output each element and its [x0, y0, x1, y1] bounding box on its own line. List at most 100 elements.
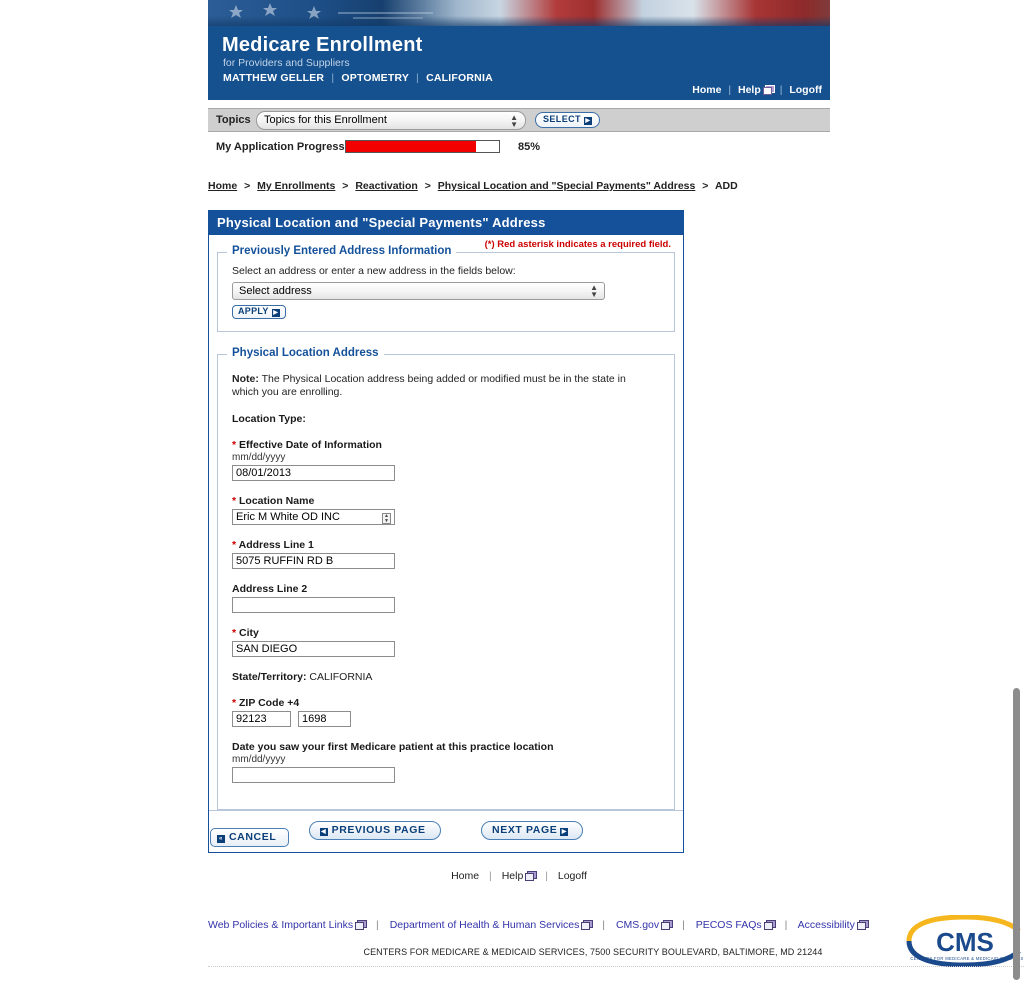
- next-page-button[interactable]: NEXT PAGE ▶: [481, 821, 584, 840]
- arrow-left-icon: ◀: [319, 828, 328, 836]
- zip4-input[interactable]: [298, 711, 351, 727]
- footer-link-web-policies[interactable]: Web Policies & Important Links: [208, 919, 353, 931]
- user-state: CALIFORNIA: [426, 72, 493, 84]
- address-line-2-label-text: Address Line 2: [232, 583, 308, 595]
- select-button-label: SELECT: [543, 114, 581, 124]
- footer-link-hhs[interactable]: Department of Health & Human Services: [390, 919, 580, 931]
- address-line-1-input[interactable]: [232, 553, 395, 569]
- cms-logo-tagline: CENTERS FOR MEDICARE & MEDICAID SERVICES: [910, 956, 1023, 961]
- previous-address-select[interactable]: Select address ▲ ▼: [232, 282, 605, 300]
- address-form-panel: Physical Location and "Special Payments"…: [208, 210, 684, 853]
- user-context-line: MATTHEW GELLER | OPTOMETRY | CALIFORNIA: [223, 72, 493, 84]
- required-asterisk: *: [232, 627, 237, 639]
- divider: |: [416, 72, 419, 84]
- effective-date-hint: mm/dd/yyyy: [232, 452, 286, 463]
- banner-logoff-link[interactable]: Logoff: [789, 84, 822, 96]
- effective-date-input[interactable]: [232, 465, 395, 481]
- banner-help-link[interactable]: Help: [738, 84, 761, 96]
- zip-label-text: ZIP Code +4: [239, 697, 300, 709]
- banner-subtitle: for Providers and Suppliers: [223, 57, 350, 69]
- apply-button[interactable]: APPLY ▶: [232, 305, 286, 319]
- note-label: Note:: [232, 373, 259, 385]
- first-patient-date-hint: mm/dd/yyyy: [232, 754, 286, 765]
- footer-link-accessibility[interactable]: Accessibility: [798, 919, 855, 931]
- city-label-text: City: [239, 627, 259, 639]
- new-window-icon: [355, 920, 368, 930]
- page-container: Medicare Enrollment for Providers and Su…: [208, 0, 1024, 984]
- first-patient-date-input[interactable]: [232, 767, 395, 783]
- divider: |: [489, 870, 492, 882]
- new-window-icon: [856, 920, 869, 930]
- new-window-icon: [762, 85, 775, 95]
- divider: |: [376, 919, 379, 931]
- location-name-combo: ▲▼: [232, 509, 395, 525]
- previous-page-button[interactable]: ◀ PREVIOUS PAGE: [308, 821, 441, 840]
- topics-select-value: Topics for this Enrollment: [264, 114, 387, 126]
- divider: |: [545, 870, 548, 882]
- previous-page-label: PREVIOUS PAGE: [331, 824, 426, 836]
- user-specialty: OPTOMETRY: [341, 72, 409, 84]
- zip5-input[interactable]: [232, 711, 291, 727]
- divider: |: [779, 84, 783, 96]
- breadcrumb-separator: >: [424, 180, 431, 192]
- vertical-scrollbar[interactable]: [1013, 688, 1020, 980]
- topics-label: Topics: [216, 114, 251, 126]
- divider: |: [784, 919, 788, 931]
- arrow-right-icon: ▶: [583, 117, 592, 125]
- city-label: * City: [232, 627, 664, 639]
- breadcrumb-item-physical-location[interactable]: Physical Location and "Special Payments"…: [438, 180, 696, 192]
- cancel-button[interactable]: « CANCEL: [210, 828, 290, 847]
- user-name: MATTHEW GELLER: [223, 72, 325, 84]
- apply-button-label: APPLY: [238, 306, 269, 316]
- previous-address-instruction: Select an address or enter a new address…: [232, 265, 516, 277]
- location-name-input[interactable]: [232, 509, 395, 525]
- footer-divider: [208, 966, 1024, 967]
- banner-home-link[interactable]: Home: [692, 84, 721, 96]
- new-window-icon: [763, 920, 776, 930]
- new-window-icon: [581, 920, 594, 930]
- breadcrumb-item-reactivation[interactable]: Reactivation: [355, 180, 417, 192]
- footer-help-link[interactable]: Help: [502, 870, 524, 882]
- new-window-icon: [525, 871, 538, 881]
- breadcrumb-item-home[interactable]: Home: [208, 180, 237, 192]
- address-line-2-input[interactable]: [232, 597, 395, 613]
- panel-title: Physical Location and "Special Payments"…: [209, 211, 683, 235]
- stepper-updown-icon[interactable]: ▲ ▼: [382, 513, 391, 524]
- required-asterisk: *: [232, 495, 237, 507]
- divider: |: [602, 919, 606, 931]
- topics-select[interactable]: Topics for this Enrollment ▲ ▼: [256, 111, 526, 130]
- footer-address: CENTERS FOR MEDICARE & MEDICAID SERVICES…: [363, 947, 823, 957]
- city-input[interactable]: [232, 641, 395, 657]
- chevron-updown-icon: ▲ ▼: [590, 283, 598, 299]
- divider: |: [728, 84, 732, 96]
- first-patient-date-label: Date you saw your first Medicare patient…: [232, 741, 554, 753]
- effective-date-label: * Effective Date of Information: [232, 439, 664, 451]
- location-name-label-text: Location Name: [239, 495, 315, 507]
- effective-date-label-text: Effective Date of Information: [239, 439, 382, 451]
- footer-logoff-link[interactable]: Logoff: [558, 870, 587, 882]
- physical-address-fieldset: Physical Location Address Note: The Phys…: [217, 347, 675, 810]
- state-territory-row: State/Territory: CALIFORNIA: [232, 671, 664, 683]
- banner-body: Medicare Enrollment for Providers and Su…: [208, 26, 830, 100]
- breadcrumb-item-my-enrollments[interactable]: My Enrollments: [257, 180, 335, 192]
- application-progress: My Application Progress 85%: [208, 139, 830, 157]
- previous-address-legend: Previously Entered Address Information: [227, 245, 457, 257]
- required-asterisk: *: [232, 539, 237, 551]
- address-line-1-label: * Address Line 1: [232, 539, 664, 551]
- footer-policy-links: Web Policies & Important Links | Departm…: [208, 919, 898, 931]
- breadcrumb-separator: >: [702, 180, 709, 192]
- footer-link-cms-gov[interactable]: CMS.gov: [616, 919, 659, 931]
- cms-logo: CMS CENTERS FOR MEDICARE & MEDICAID SERV…: [906, 915, 1023, 967]
- flag-stars-icon: [229, 3, 433, 19]
- location-type-label: Location Type:: [232, 413, 306, 425]
- footer-link-pecos-faqs[interactable]: PECOS FAQs: [696, 919, 762, 931]
- topics-select-button[interactable]: SELECT ▶: [535, 112, 600, 128]
- divider: |: [682, 919, 685, 931]
- previous-address-fieldset: Previously Entered Address Information S…: [217, 245, 675, 332]
- footer-home-link[interactable]: Home: [451, 870, 479, 882]
- arrow-right-icon: ▶: [560, 828, 569, 836]
- cms-logo-text: CMS: [936, 927, 994, 957]
- progress-track: [345, 140, 500, 153]
- location-name-label: * Location Name: [232, 495, 664, 507]
- breadcrumb-separator: >: [342, 180, 349, 192]
